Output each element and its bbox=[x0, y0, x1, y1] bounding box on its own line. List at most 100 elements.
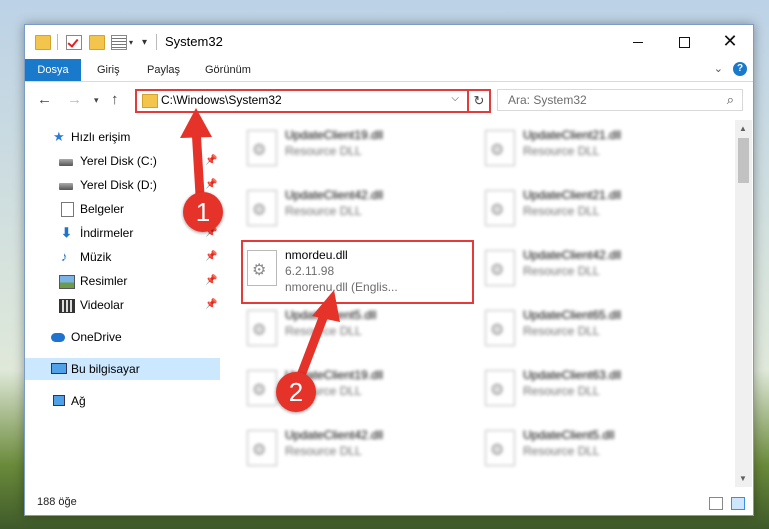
nav-item-pictures[interactable]: Resimler 📌 bbox=[25, 270, 220, 292]
download-icon: ⬇ bbox=[61, 225, 72, 240]
file-item[interactable]: UpdateClient5.dll Resource DLL bbox=[473, 422, 698, 468]
file-name: UpdateClient5.dll bbox=[285, 308, 377, 322]
tab-home[interactable]: Giriş bbox=[97, 59, 120, 81]
chevron-down-icon[interactable]: ▾ bbox=[129, 38, 133, 47]
file-name: UpdateClient19.dll bbox=[285, 128, 384, 142]
quick-access-dropdown-icon[interactable]: ▾ bbox=[142, 37, 147, 48]
dll-file-icon bbox=[247, 190, 277, 226]
pin-icon[interactable]: 📌 bbox=[205, 270, 217, 292]
dll-file-icon bbox=[485, 370, 515, 406]
dll-file-icon bbox=[247, 370, 277, 406]
toolbar-divider bbox=[156, 34, 157, 50]
nav-item-network[interactable]: Ağ bbox=[25, 390, 220, 412]
file-item[interactable]: UpdateClient21.dll Resource DLL bbox=[473, 122, 698, 168]
file-highlight-box bbox=[241, 240, 474, 304]
back-arrow-icon[interactable]: ← bbox=[37, 91, 52, 108]
file-name: UpdateClient63.dll bbox=[523, 368, 622, 382]
file-description: Resource DLL bbox=[285, 204, 362, 218]
cloud-icon bbox=[51, 333, 65, 342]
minimize-button[interactable] bbox=[615, 25, 661, 57]
step-badge-1: 1 bbox=[183, 192, 223, 232]
step-badge-2: 2 bbox=[276, 372, 316, 412]
search-input[interactable]: Ara: System32 ⌕ bbox=[497, 89, 743, 111]
recent-locations-icon[interactable]: ▾ bbox=[94, 95, 99, 106]
dll-file-icon bbox=[247, 430, 277, 466]
search-icon[interactable]: ⌕ bbox=[727, 92, 734, 108]
scroll-up-icon[interactable]: ▲ bbox=[739, 124, 747, 133]
nav-item-label: Videolar bbox=[80, 298, 124, 312]
ribbon-tabs: Dosya Giriş Paylaş Görünüm ⌄ ? bbox=[25, 59, 753, 82]
toolbar-divider bbox=[57, 34, 58, 50]
title-bar: ▾ ▾ System32 ✕ bbox=[25, 25, 753, 59]
address-path[interactable]: C:\Windows\System32 bbox=[161, 93, 282, 107]
chevron-down-icon[interactable]: ⌵ bbox=[451, 93, 459, 104]
maximize-button[interactable] bbox=[661, 25, 707, 57]
customize-icon[interactable] bbox=[111, 35, 127, 50]
drive-icon bbox=[59, 183, 73, 190]
scroll-down-icon[interactable]: ▼ bbox=[739, 474, 747, 483]
nav-item-disk-d[interactable]: Yerel Disk (D:) 📌 bbox=[25, 174, 220, 196]
file-name: UpdateClient21.dll bbox=[523, 128, 622, 142]
tab-share[interactable]: Paylaş bbox=[147, 59, 180, 81]
navigation-pane: ★ Hızlı erişim Yerel Disk (C:) 📌 Yerel D… bbox=[25, 120, 220, 490]
tab-view[interactable]: Görünüm bbox=[205, 59, 251, 81]
documents-icon bbox=[61, 202, 74, 217]
nav-item-music[interactable]: ♪ Müzik 📌 bbox=[25, 246, 220, 268]
nav-item-label: İndirmeler bbox=[80, 226, 134, 240]
file-item[interactable]: UpdateClient63.dll Resource DLL bbox=[473, 362, 698, 408]
file-description: Resource DLL bbox=[523, 144, 600, 158]
refresh-icon[interactable]: ↻ bbox=[467, 91, 489, 111]
expand-ribbon-icon[interactable]: ⌄ bbox=[714, 62, 723, 75]
nav-item-quick-access[interactable]: ★ Hızlı erişim bbox=[25, 126, 220, 148]
pin-icon[interactable]: 📌 bbox=[205, 150, 217, 172]
file-item[interactable]: UpdateClient65.dll Resource DLL bbox=[473, 302, 698, 348]
window-title: System32 bbox=[165, 34, 223, 49]
pin-icon[interactable]: 📌 bbox=[205, 246, 217, 268]
music-icon: ♪ bbox=[61, 249, 68, 264]
close-button[interactable]: ✕ bbox=[707, 25, 753, 57]
nav-item-videos[interactable]: Videolar 📌 bbox=[25, 294, 220, 316]
file-description: Resource DLL bbox=[523, 324, 600, 338]
dll-file-icon bbox=[485, 130, 515, 166]
file-item[interactable]: UpdateClient19.dll Resource DLL bbox=[235, 122, 460, 168]
maximize-icon bbox=[678, 36, 690, 48]
address-row: ← → ▾ ↑ C:\Windows\System32 ⌵ ↻ Ara: Sys… bbox=[25, 82, 753, 118]
nav-item-label: Hızlı erişim bbox=[71, 130, 131, 144]
file-item[interactable]: UpdateClient19.dll Resource DLL bbox=[235, 362, 460, 408]
vertical-scrollbar[interactable]: ▲ ▼ bbox=[735, 120, 752, 487]
nav-item-label: Belgeler bbox=[80, 202, 125, 216]
nav-item-label: OneDrive bbox=[71, 330, 122, 344]
help-icon[interactable]: ? bbox=[733, 62, 747, 76]
file-item[interactable]: UpdateClient5.dll Resource DLL bbox=[235, 302, 460, 348]
address-bar[interactable]: C:\Windows\System32 ⌵ ↻ bbox=[135, 89, 491, 113]
file-item[interactable]: UpdateClient42.dll Resource DLL bbox=[473, 242, 698, 288]
nav-item-label: Yerel Disk (C:) bbox=[80, 154, 157, 168]
file-item[interactable]: UpdateClient21.dll Resource DLL bbox=[473, 182, 698, 228]
file-item[interactable]: UpdateClient42.dll Resource DLL bbox=[235, 422, 460, 468]
file-item[interactable]: UpdateClient42.dll Resource DLL bbox=[235, 182, 460, 228]
tiles-view-icon[interactable] bbox=[731, 497, 745, 510]
forward-arrow-icon[interactable]: → bbox=[67, 91, 82, 108]
pictures-icon bbox=[59, 275, 75, 289]
dll-file-icon bbox=[485, 310, 515, 346]
details-view-icon[interactable] bbox=[709, 497, 723, 510]
new-folder-icon[interactable] bbox=[89, 35, 105, 50]
file-name: UpdateClient21.dll bbox=[523, 188, 622, 202]
file-description: Resource DLL bbox=[285, 144, 362, 158]
nav-item-onedrive[interactable]: OneDrive bbox=[25, 326, 220, 348]
up-arrow-icon[interactable]: ↑ bbox=[111, 91, 119, 108]
file-description: Resource DLL bbox=[523, 204, 600, 218]
nav-item-this-pc[interactable]: Bu bilgisayar bbox=[25, 358, 220, 380]
folder-icon bbox=[142, 94, 158, 108]
properties-check-icon[interactable] bbox=[66, 35, 82, 50]
file-name: UpdateClient65.dll bbox=[523, 308, 622, 322]
drive-icon bbox=[59, 159, 73, 166]
item-count: 188 öğe bbox=[37, 496, 77, 508]
scroll-thumb[interactable] bbox=[738, 138, 749, 183]
nav-item-disk-c[interactable]: Yerel Disk (C:) 📌 bbox=[25, 150, 220, 172]
dll-file-icon bbox=[247, 310, 277, 346]
close-icon: ✕ bbox=[722, 31, 738, 51]
pin-icon[interactable]: 📌 bbox=[205, 294, 217, 316]
file-name: UpdateClient5.dll bbox=[523, 428, 615, 442]
tab-file[interactable]: Dosya bbox=[25, 59, 81, 81]
